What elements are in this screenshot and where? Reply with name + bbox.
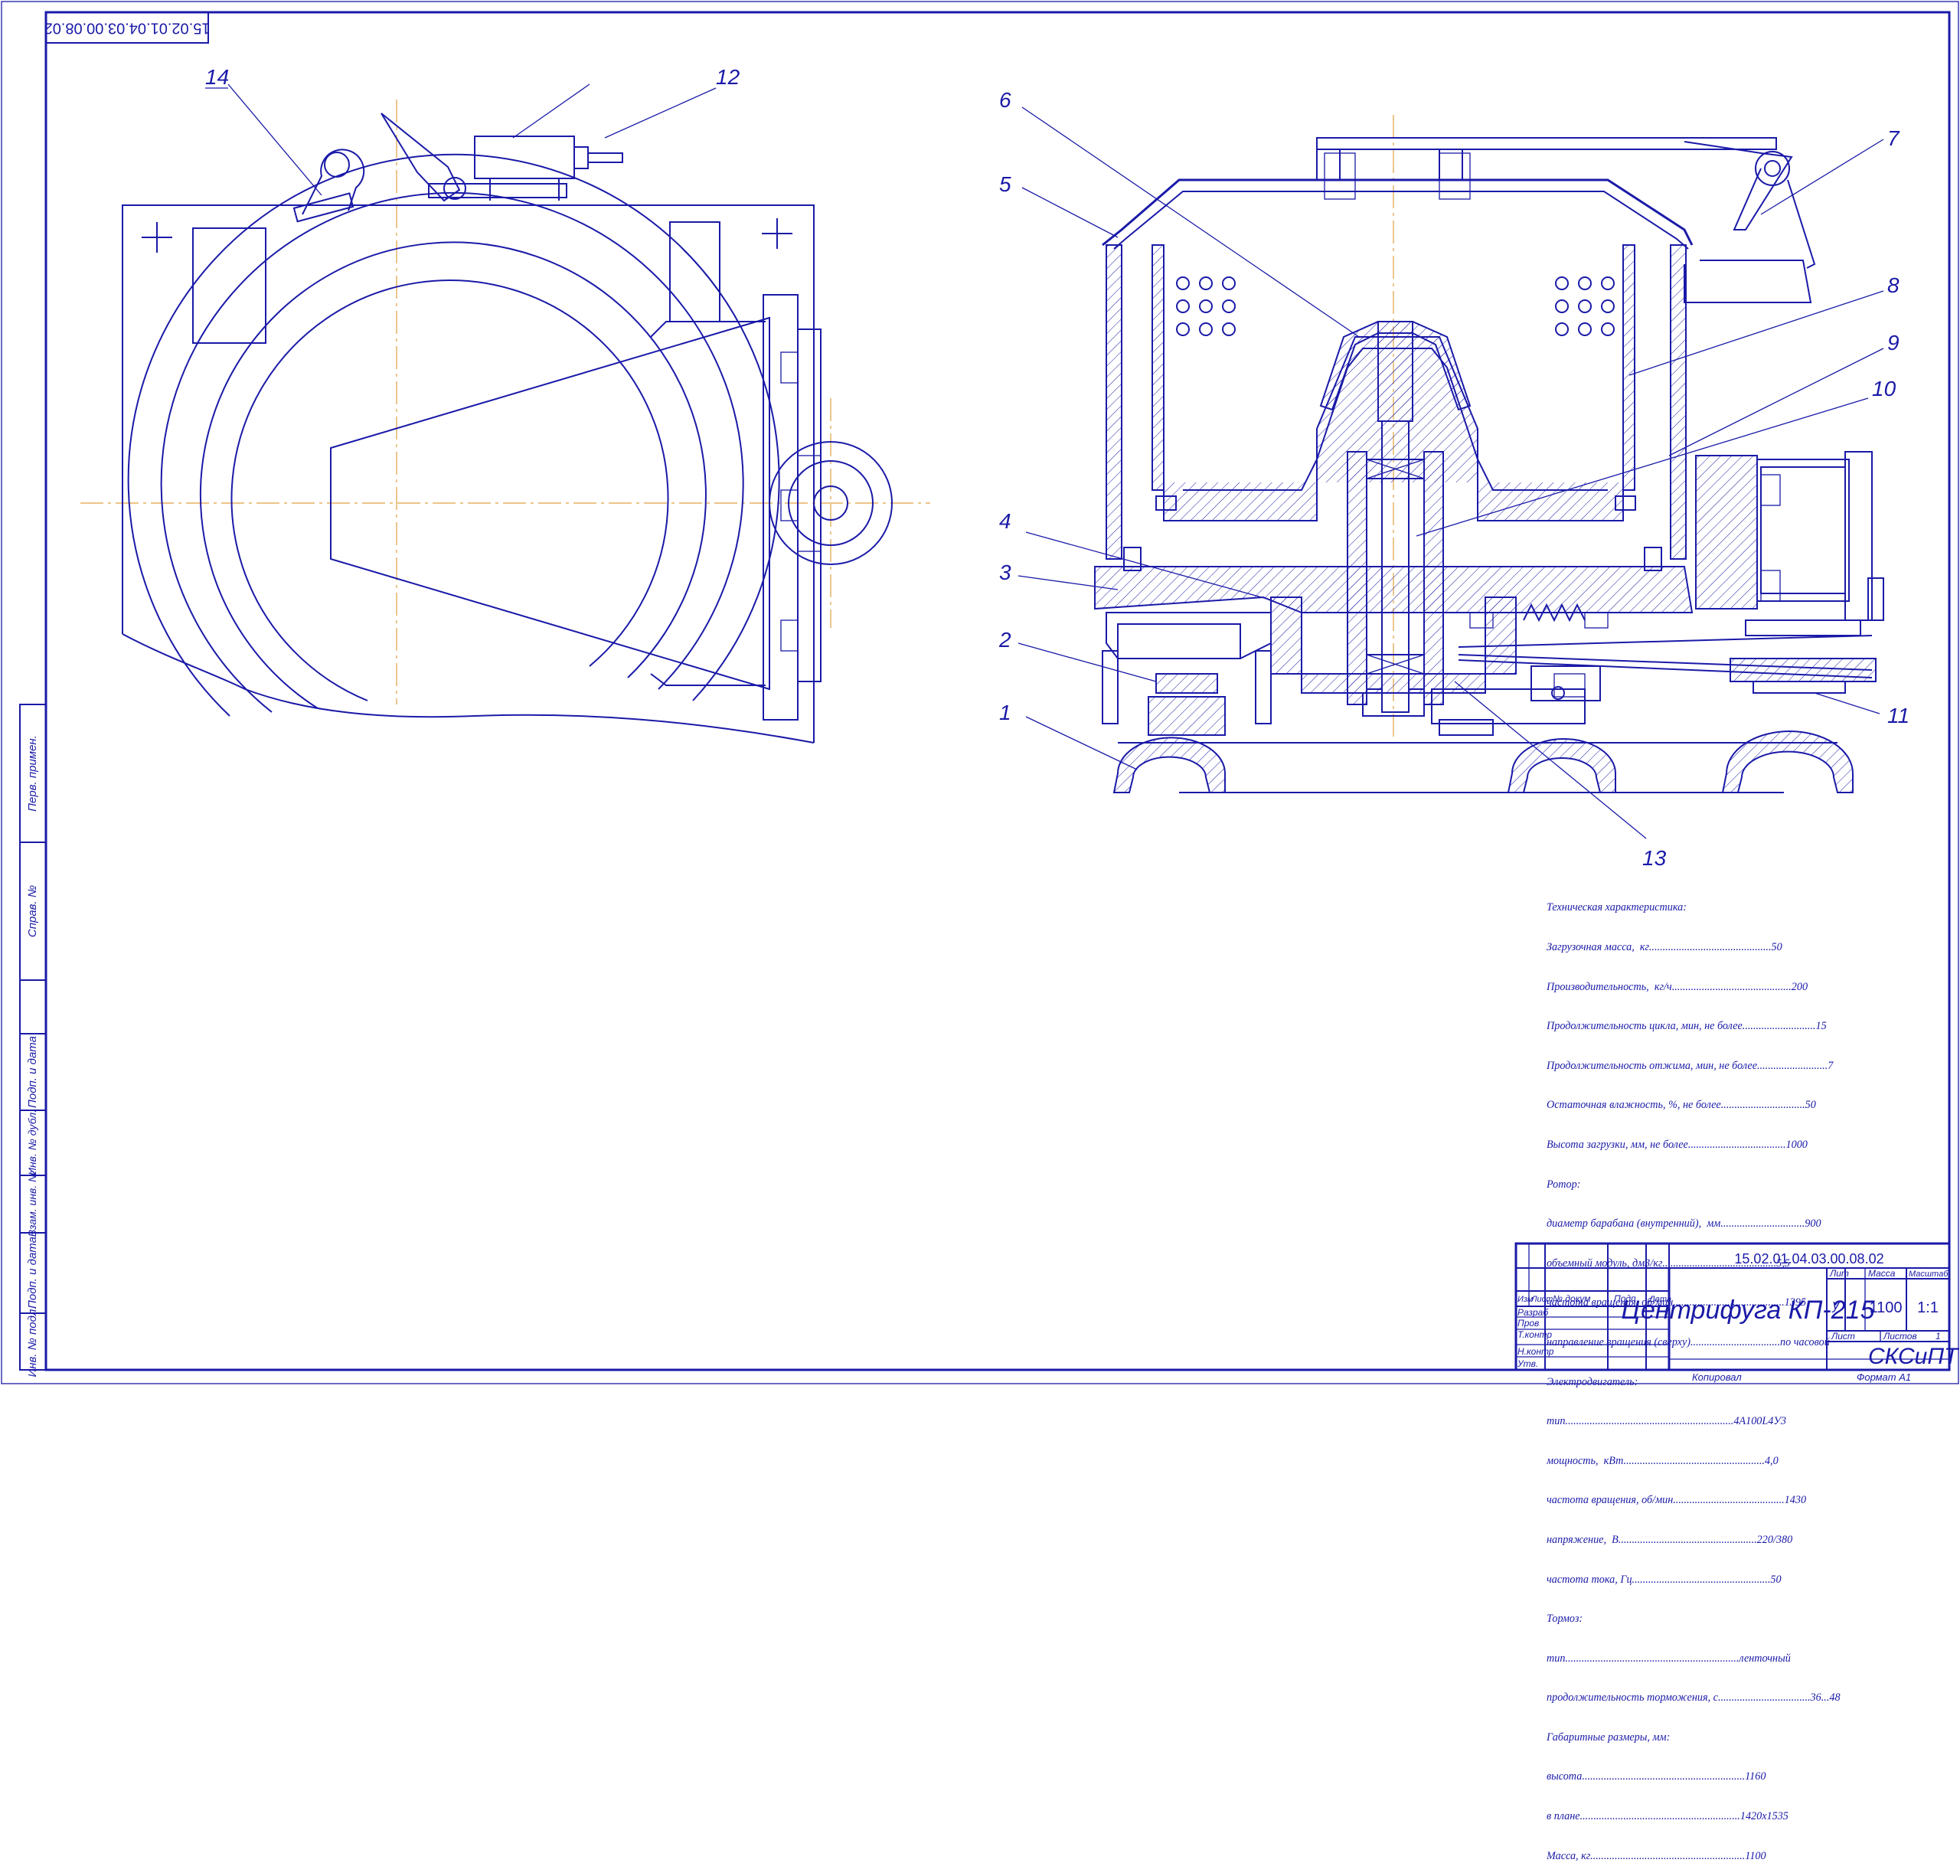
spec-line: Масса, кг...............................…: [1547, 1849, 1766, 1862]
callout-9: 9: [1887, 331, 1900, 355]
callout-12: 12: [716, 65, 740, 89]
spec-line: тип.....................................…: [1547, 1652, 1791, 1665]
basket-holes-left: [1176, 276, 1236, 336]
spec-line: Продолжительность отжима, мин, не более.…: [1547, 1059, 1834, 1072]
spec-line: напряжение, В...........................…: [1547, 1533, 1793, 1546]
spec-line: частота вращения, об/мин................…: [1547, 1494, 1807, 1507]
strip-label-7: Инв. № подл.: [26, 1306, 39, 1377]
callout-2: 2: [998, 628, 1011, 652]
callout-6: 6: [999, 88, 1011, 112]
spec-line: Остаточная влажность, %, не более.......…: [1547, 1099, 1816, 1112]
strip-label-4: Инв. № дубл.: [26, 1110, 38, 1175]
rotated-stamp: 15.02.01.04.03.00.08.02: [44, 11, 211, 44]
spec-line: частота вращения, об/мин................…: [1547, 1296, 1807, 1309]
callout-11: 11: [1887, 704, 1909, 727]
callout-13: 13: [1642, 846, 1667, 870]
spec-line: Продолжительность цикла, мин, не более..…: [1547, 1020, 1827, 1033]
spec-line: тип.....................................…: [1547, 1415, 1787, 1428]
strip-label-5: Взам. инв. №: [26, 1171, 38, 1237]
spec-line: диаметр барабана (внутренний), мм.......…: [1547, 1217, 1821, 1231]
callout-4: 4: [999, 509, 1011, 533]
strip-label-1: Перв. примен.: [26, 735, 39, 812]
spec-title: Техническая характеристика:: [1547, 901, 1687, 914]
spec-line: Электродвигатель:: [1547, 1375, 1638, 1388]
spec-line: объемный модуль, дм3/кг.................…: [1547, 1257, 1790, 1270]
callout-5: 5: [999, 172, 1011, 196]
technical-specification: Техническая характеристика: Загрузочная …: [1547, 875, 1960, 1876]
spec-line: мощность, кВт...........................…: [1547, 1454, 1779, 1467]
basket-holes-right: [1555, 276, 1615, 336]
spec-line: Производительность, кг/ч................…: [1547, 980, 1808, 993]
callout-1: 1: [999, 701, 1011, 724]
section-view: [1094, 115, 1884, 793]
spec-line: Высота загрузки, мм, не более...........…: [1547, 1138, 1808, 1151]
callout-3: 3: [999, 561, 1011, 584]
strip-label-2: Справ. №: [26, 885, 39, 937]
spec-line: продолжительность торможения, с.........…: [1547, 1691, 1841, 1704]
callout-14: 14: [205, 65, 229, 89]
row-prov: Пров: [1517, 1318, 1539, 1329]
callout-8: 8: [1887, 273, 1900, 297]
row-utv: Утв.: [1517, 1358, 1538, 1369]
spec-line: высота..................................…: [1547, 1770, 1766, 1783]
callout-7: 7: [1887, 126, 1900, 150]
strip-label-6: Подп. и дата: [26, 1237, 39, 1309]
spec-line: направление вращения (сверху)...........…: [1547, 1335, 1830, 1348]
callout-10: 10: [1872, 377, 1896, 400]
left-margin-strip: Перв. примен. Справ. № Подп. и дата Инв.…: [19, 704, 47, 1378]
spec-line: Тормоз:: [1547, 1613, 1583, 1626]
strip-label-3: Подп. и дата: [26, 1036, 39, 1108]
spec-line: частота тока, Гц........................…: [1547, 1573, 1782, 1586]
side-view: [80, 100, 930, 744]
spec-line: Загрузочная масса, кг...................…: [1547, 941, 1782, 953]
spec-line: в плане.................................…: [1547, 1810, 1788, 1823]
spec-line: Габаритные размеры, мм:: [1547, 1731, 1671, 1744]
spec-line: Ротор:: [1547, 1178, 1581, 1191]
row-razrab: Разраб: [1517, 1307, 1549, 1318]
rotated-stamp-text: 15.02.01.04.03.00.08.02: [44, 20, 211, 37]
